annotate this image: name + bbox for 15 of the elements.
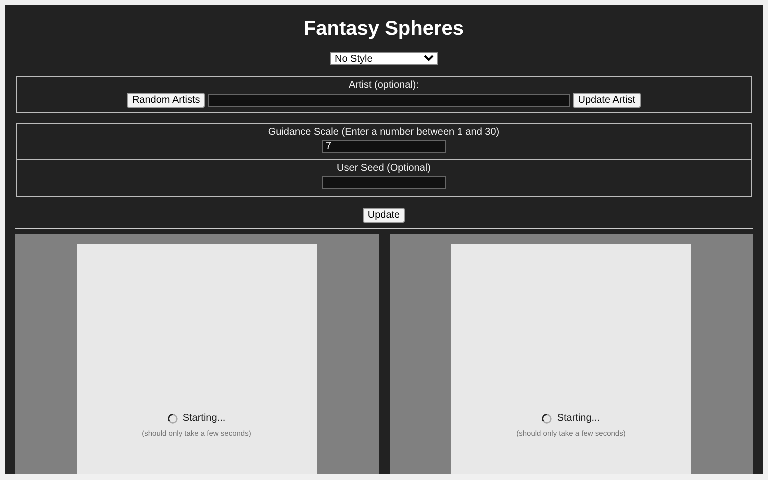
status-text: Starting... [182, 413, 226, 424]
artist-label: Artist (optional): [348, 80, 420, 92]
spinner-icon [168, 414, 178, 424]
style-select[interactable]: No Style [330, 52, 438, 65]
artist-input-field[interactable] [208, 94, 570, 107]
page-title: Fantasy Spheres [304, 19, 464, 39]
seed-label: User Seed (Optional) [337, 163, 431, 175]
spinner-icon [542, 414, 552, 424]
guidance-input-field[interactable]: 7 [322, 140, 446, 153]
guidance-label: Guidance Scale (Enter a number between 1 and 30) [268, 127, 500, 139]
status-text: Starting... [557, 413, 600, 424]
seed-input-field[interactable] [322, 176, 446, 189]
update-button[interactable]: Update [362, 208, 406, 223]
update-artist-button[interactable]: Update Artist [573, 93, 641, 108]
random-artists-button[interactable]: Random Artists [127, 93, 206, 108]
